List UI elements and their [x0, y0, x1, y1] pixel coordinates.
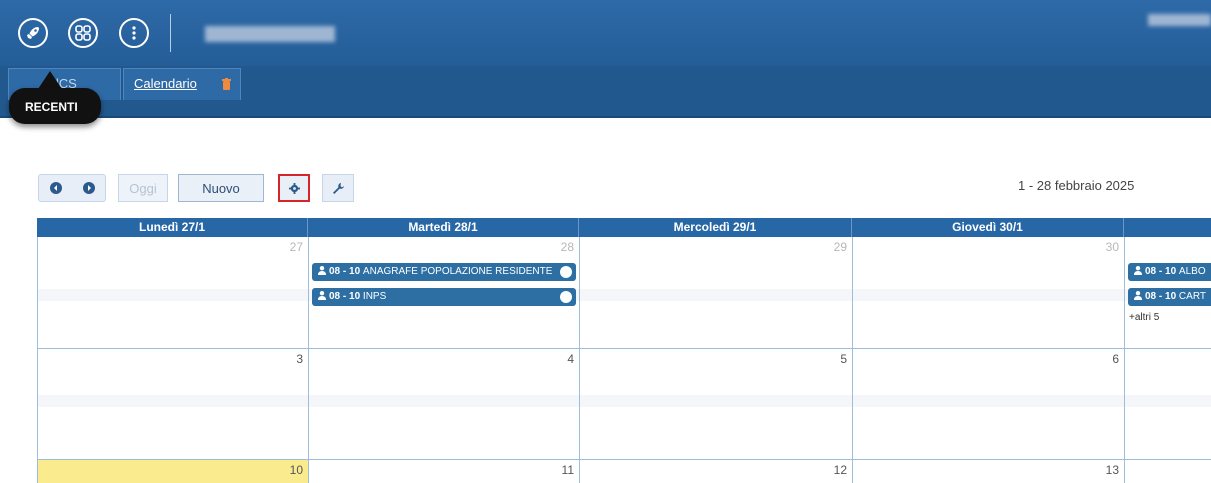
day-cell-today[interactable]: 10	[38, 460, 309, 483]
day-header-fri	[1124, 218, 1211, 237]
event-title: CART	[1178, 291, 1206, 302]
clock-icon	[560, 291, 572, 303]
nav-buttons	[38, 174, 106, 202]
day-header-wed: Mercoledì 29/1	[579, 218, 852, 237]
calendar-event[interactable]: 08 - 10 CART	[1128, 288, 1211, 306]
row-stripe	[580, 289, 852, 301]
week-row: 10 11 12 13	[38, 460, 1211, 483]
row-stripe	[580, 395, 852, 407]
row-stripe	[309, 395, 579, 407]
day-header-mon: Lunedì 27/1	[37, 218, 308, 237]
day-number: 28	[560, 240, 574, 254]
day-cell[interactable]: 6	[853, 349, 1125, 460]
more-vertical-icon[interactable]	[119, 18, 149, 48]
day-cell[interactable]: 08 - 10 ALBO 08 - 10 CART +altri 5	[1125, 237, 1211, 349]
day-cell[interactable]: 27	[38, 237, 309, 349]
more-events-link[interactable]: +altri 5	[1129, 312, 1159, 323]
day-cell[interactable]: 13	[853, 460, 1125, 483]
row-stripe	[38, 395, 308, 407]
grid-apps-icon[interactable]	[68, 18, 98, 48]
clock-icon	[560, 266, 572, 278]
prev-button[interactable]	[39, 175, 72, 201]
chevron-left-icon	[49, 182, 62, 194]
day-number: 30	[1105, 240, 1119, 254]
week-row: 3 4 5 6	[38, 349, 1211, 460]
gear-icon	[288, 182, 300, 194]
person-icon	[1134, 291, 1142, 300]
calendar-event[interactable]: 08 - 10 INPS	[312, 288, 576, 306]
blurred-user-name[interactable]	[1148, 14, 1211, 26]
day-header-tue: Martedì 28/1	[308, 218, 579, 237]
day-cell[interactable]: 4	[309, 349, 580, 460]
row-stripe	[38, 289, 308, 301]
event-title: ALBO	[1178, 266, 1206, 277]
day-number: 13	[1105, 463, 1119, 477]
trash-icon[interactable]	[222, 78, 231, 90]
recent-tooltip-arrow	[38, 71, 62, 89]
day-number: 29	[833, 240, 847, 254]
tools-button[interactable]	[322, 174, 354, 202]
day-header-thu: Giovedì 30/1	[852, 218, 1124, 237]
day-cell[interactable]	[1125, 349, 1211, 460]
blurred-app-name	[205, 26, 335, 42]
date-range-label: 1 - 28 febbraio 2025	[1018, 178, 1135, 193]
calendar-event[interactable]: 08 - 10 ALBO	[1128, 263, 1211, 281]
recent-button[interactable]: RECENTI	[9, 88, 101, 124]
row-stripe	[853, 395, 1124, 407]
rocket-icon[interactable]	[18, 18, 48, 48]
day-number: 10	[289, 463, 303, 477]
event-title: INPS	[362, 291, 387, 302]
event-time: 08 - 10	[1145, 266, 1177, 277]
day-number: 6	[1112, 352, 1119, 366]
header-divider	[170, 14, 171, 52]
day-number: 11	[561, 463, 574, 477]
person-icon	[318, 266, 326, 275]
top-bar	[0, 0, 1211, 66]
calendar-header-row: Lunedì 27/1 Martedì 28/1 Mercoledì 29/1 …	[37, 218, 1211, 237]
day-cell[interactable]: 29	[580, 237, 853, 349]
day-cell[interactable]: 30	[853, 237, 1125, 349]
row-stripe	[1125, 395, 1211, 407]
day-cell[interactable]: 3	[38, 349, 309, 460]
day-number: 27	[289, 240, 303, 254]
calendar-grid: Lunedì 27/1 Martedì 28/1 Mercoledì 29/1 …	[37, 218, 1211, 483]
calendar-event[interactable]: 08 - 10 ANAGRAFE POPOLAZIONE RESIDENTE	[312, 263, 576, 281]
tab-strip: ilCS Home Calendario	[0, 66, 1211, 118]
settings-button[interactable]	[278, 174, 310, 202]
row-stripe	[853, 289, 1124, 301]
event-time: 08 - 10	[329, 291, 361, 302]
person-icon	[318, 291, 326, 300]
calendar-body: 27 28 08 - 10 ANAGRAFE POPOLAZIONE RESID…	[37, 237, 1211, 483]
event-title: ANAGRAFE POPOLAZIONE RESIDENTE	[362, 266, 553, 277]
new-event-button[interactable]: Nuovo	[178, 174, 264, 202]
chevron-right-icon	[82, 182, 95, 194]
day-number: 3	[296, 352, 303, 366]
day-cell[interactable]: 5	[580, 349, 853, 460]
wrench-icon	[332, 182, 344, 194]
day-number: 4	[567, 352, 574, 366]
next-button[interactable]	[72, 175, 105, 201]
day-number: 5	[840, 352, 847, 366]
day-cell[interactable]	[1125, 460, 1211, 483]
day-cell[interactable]: 12	[580, 460, 853, 483]
day-cell[interactable]: 28 08 - 10 ANAGRAFE POPOLAZIONE RESIDENT…	[309, 237, 580, 349]
tab-calendar[interactable]: Calendario	[123, 68, 241, 100]
event-time: 08 - 10	[1145, 291, 1177, 302]
week-row: 27 28 08 - 10 ANAGRAFE POPOLAZIONE RESID…	[38, 237, 1211, 349]
event-time: 08 - 10	[329, 266, 361, 277]
tab-calendar-label: Calendario	[134, 76, 197, 91]
day-cell[interactable]: 11	[309, 460, 580, 483]
day-number: 12	[833, 463, 847, 477]
today-button[interactable]: Oggi	[118, 174, 168, 202]
person-icon	[1134, 266, 1142, 275]
